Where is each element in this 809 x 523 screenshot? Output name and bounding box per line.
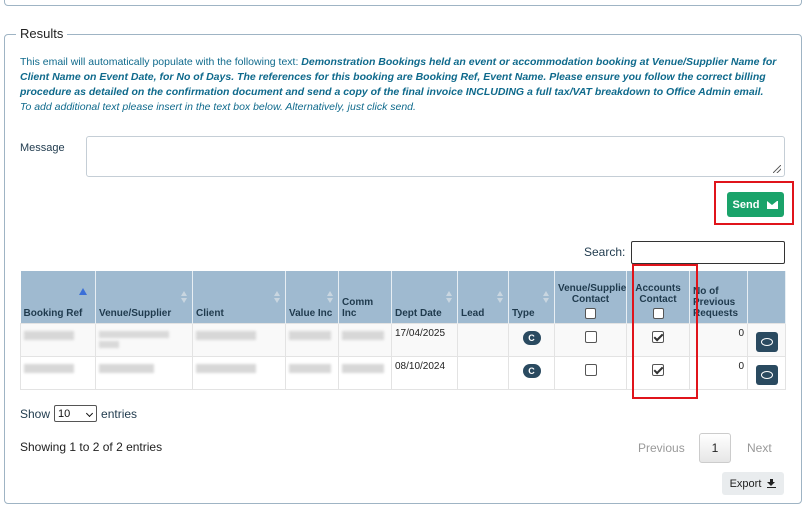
redacted-text <box>99 363 154 373</box>
booking-ref-cell <box>20 322 96 357</box>
send-button-label: Send <box>732 198 760 211</box>
message-textarea[interactable] <box>86 136 785 177</box>
client-cell <box>192 322 286 357</box>
type-cell: C <box>508 355 555 390</box>
lead-cell <box>457 322 509 357</box>
view-eye-icon[interactable] <box>755 331 778 352</box>
redacted-text <box>99 340 119 348</box>
select-all-venue-contact-checkbox[interactable] <box>585 307 596 319</box>
redacted-text <box>342 330 384 340</box>
dept-date-cell: 17/04/2025 <box>391 322 458 357</box>
redacted-text <box>196 363 256 373</box>
type-cell: C <box>508 322 555 357</box>
lead-cell <box>457 355 509 390</box>
page-length-control: Show 10 entries <box>20 405 137 422</box>
redacted-text <box>342 363 384 373</box>
results-legend: Results <box>16 26 68 41</box>
pager-next[interactable]: Next <box>747 441 772 455</box>
actions-cell <box>747 322 786 357</box>
pager-previous[interactable]: Previous <box>638 441 685 455</box>
send-button[interactable]: Send <box>727 192 784 217</box>
search-label: Search: <box>584 245 626 259</box>
value-inc-cell <box>285 355 339 390</box>
redacted-text <box>24 330 74 340</box>
venue-supplier-cell <box>95 322 193 357</box>
entries-select[interactable]: 10 <box>54 405 98 422</box>
message-label: Message <box>20 142 65 154</box>
col-venue-supplier[interactable]: Venue/Supplier <box>95 271 193 323</box>
redacted-text <box>289 330 331 340</box>
col-lead[interactable]: Lead <box>457 271 509 323</box>
type-badge: C <box>522 363 541 378</box>
sort-icon <box>497 290 504 303</box>
sort-icon <box>543 290 550 303</box>
previous-requests-cell: 0 <box>689 322 748 357</box>
redacted-text <box>196 330 256 340</box>
venue-contact-checkbox[interactable] <box>584 363 597 376</box>
info-intro: This email will automatically populate w… <box>20 56 302 68</box>
col-venue-supplier-contact[interactable]: Venue/Supplier Contact <box>554 271 630 323</box>
info-hint: To add additional text please insert in … <box>20 101 416 113</box>
col-actions <box>747 271 786 323</box>
client-cell <box>192 355 286 390</box>
envelope-icon <box>767 200 779 209</box>
redacted-text <box>289 363 331 373</box>
previous-requests-cell: 0 <box>689 355 748 390</box>
venue-contact-cell <box>554 322 627 357</box>
sort-icon <box>327 290 334 303</box>
redacted-text <box>99 330 169 338</box>
table-info: Showing 1 to 2 of 2 entries <box>20 440 163 454</box>
venue-contact-cell <box>554 355 627 390</box>
col-value-inc[interactable]: Value Inc <box>285 271 339 323</box>
accounts-contact-highlight-box <box>632 264 698 399</box>
email-template-info: This email will automatically populate w… <box>20 55 790 115</box>
export-label: Export <box>729 477 762 490</box>
top-panel-frame <box>4 0 802 6</box>
comm-inc-cell <box>338 322 392 357</box>
chevron-down-icon <box>85 409 94 418</box>
entries-label: entries <box>101 406 138 421</box>
col-comm-inc[interactable]: Comm Inc <box>338 271 392 323</box>
col-type[interactable]: Type <box>508 271 555 323</box>
value-inc-cell <box>285 322 339 357</box>
comm-inc-cell <box>338 355 392 390</box>
col-booking-ref[interactable]: Booking Ref <box>20 271 96 323</box>
view-eye-icon[interactable] <box>755 364 778 385</box>
sort-icon <box>274 290 281 303</box>
actions-cell <box>747 355 786 390</box>
sort-asc-icon <box>78 288 87 295</box>
pager-page-1[interactable]: 1 <box>699 433 731 463</box>
dept-date-cell: 08/10/2024 <box>391 355 458 390</box>
venue-supplier-cell <box>95 355 193 390</box>
search-input[interactable] <box>631 241 785 264</box>
download-icon <box>767 479 777 488</box>
sort-icon <box>446 290 453 303</box>
col-dept-date[interactable]: Dept Date <box>391 271 458 323</box>
type-badge: C <box>522 330 541 345</box>
col-client[interactable]: Client <box>192 271 286 323</box>
sort-icon <box>181 290 188 303</box>
resize-grip-icon[interactable] <box>773 165 781 173</box>
show-label: Show <box>20 406 51 421</box>
redacted-text <box>24 363 74 373</box>
export-button[interactable]: Export <box>722 472 784 495</box>
booking-ref-cell <box>20 355 96 390</box>
col-previous-requests[interactable]: No of Previous Requests <box>689 271 748 323</box>
venue-contact-checkbox[interactable] <box>584 330 597 343</box>
